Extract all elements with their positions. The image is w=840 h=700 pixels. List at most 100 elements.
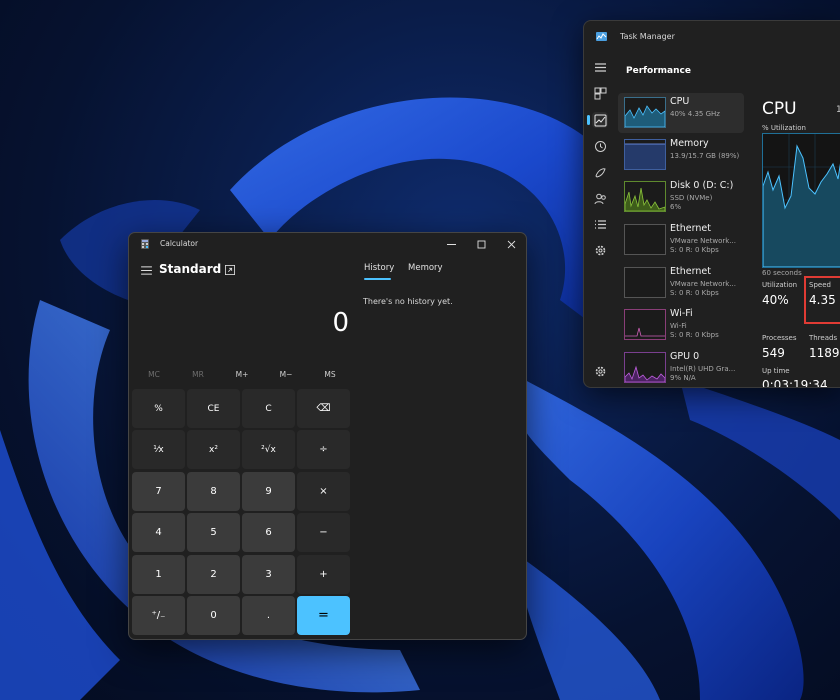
- wifi-thumbnail-graph: [624, 309, 666, 340]
- percent-button[interactable]: %: [132, 389, 185, 428]
- task-manager-nav: [584, 53, 616, 387]
- subtract-button[interactable]: −: [297, 513, 350, 552]
- keep-on-top-button[interactable]: [223, 263, 237, 277]
- digit-7-button[interactable]: 7: [132, 472, 185, 511]
- digit-6-button[interactable]: 6: [242, 513, 295, 552]
- digit-1-button[interactable]: 1: [132, 555, 185, 594]
- resource-name: Disk 0 (D: C:): [670, 180, 734, 191]
- resource-detail: VMware Network...: [670, 237, 737, 245]
- ethernet-thumbnail-graph: [624, 224, 666, 255]
- tab-memory[interactable]: Memory: [408, 263, 443, 273]
- resource-detail: 6%: [670, 203, 682, 211]
- memory-clear-button[interactable]: MC: [132, 370, 176, 379]
- maximize-icon: [477, 240, 485, 248]
- memory-recall-button[interactable]: MR: [176, 370, 220, 379]
- close-button[interactable]: [496, 233, 526, 255]
- task-manager-title: Task Manager: [620, 32, 675, 41]
- maximize-button[interactable]: [466, 233, 496, 255]
- cpu-model-text: 1: [836, 105, 840, 115]
- resource-detail: 13.9/15.7 GB (89%): [670, 152, 740, 160]
- resource-name: Ethernet: [670, 266, 711, 277]
- startup-apps-icon[interactable]: [592, 164, 608, 180]
- task-manager-titlebar[interactable]: Task Manager: [584, 21, 840, 53]
- resource-item-gpu[interactable]: GPU 0 Intel(R) UHD Gra... 9% N/A: [618, 348, 744, 387]
- time-axis-label: 60 seconds: [762, 269, 802, 277]
- digit-8-button[interactable]: 8: [187, 472, 240, 511]
- digit-9-button[interactable]: 9: [242, 472, 295, 511]
- empty-history-message: There's no history yet.: [363, 297, 453, 306]
- resource-item-ethernet[interactable]: Ethernet VMware Network... S: 0 R: 0 Kbp…: [618, 263, 744, 303]
- navigation-menu-button[interactable]: [138, 262, 154, 278]
- calculator-app-icon: [141, 239, 149, 249]
- speed-value: 4.35 G: [809, 293, 840, 307]
- resource-detail: VMware Network...: [670, 280, 737, 288]
- processes-value: 549: [762, 346, 785, 360]
- digit-0-button[interactable]: 0: [187, 596, 240, 635]
- page-title: Performance: [626, 66, 691, 76]
- threads-label: Threads: [809, 334, 838, 342]
- memory-store-button[interactable]: MS: [308, 370, 352, 379]
- memory-add-button[interactable]: M+: [220, 370, 264, 379]
- equals-button[interactable]: =: [297, 596, 350, 635]
- resource-detail: 40% 4.35 GHz: [670, 110, 720, 118]
- threads-value: 11892: [809, 346, 840, 360]
- cpu-title: CPU: [762, 99, 797, 119]
- calculator-titlebar[interactable]: Calculator: [129, 233, 526, 255]
- minimize-button[interactable]: [436, 233, 466, 255]
- backspace-button[interactable]: ⌫: [297, 389, 350, 428]
- resource-detail: S: 0 R: 0 Kbps: [670, 289, 719, 297]
- settings-gear-icon[interactable]: [592, 363, 608, 379]
- speed-label: Speed: [809, 281, 831, 289]
- resource-item-cpu[interactable]: CPU 40% 4.35 GHz: [618, 93, 744, 133]
- details-icon[interactable]: [592, 216, 608, 232]
- cpu-utilization-graph: [762, 133, 840, 268]
- memory-subtract-button[interactable]: M−: [264, 370, 308, 379]
- uptime-label: Up time: [762, 367, 790, 375]
- square-button[interactable]: x²: [187, 430, 240, 469]
- resource-detail: SSD (NVMe): [670, 194, 713, 202]
- negate-button[interactable]: ⁺/₋: [132, 596, 185, 635]
- resource-name: CPU: [670, 96, 690, 107]
- digit-5-button[interactable]: 5: [187, 513, 240, 552]
- ethernet-thumbnail-graph: [624, 267, 666, 298]
- resource-item-disk[interactable]: Disk 0 (D: C:) SSD (NVMe) 6%: [618, 177, 744, 217]
- square-root-button[interactable]: ²√x: [242, 430, 295, 469]
- resource-item-memory[interactable]: Memory 13.9/15.7 GB (89%): [618, 135, 744, 175]
- active-tab-indicator: [364, 278, 391, 280]
- divide-button[interactable]: ÷: [297, 430, 350, 469]
- resource-item-ethernet[interactable]: Ethernet VMware Network... S: 0 R: 0 Kbp…: [618, 220, 744, 260]
- users-icon[interactable]: [592, 190, 608, 206]
- gpu-thumbnail-graph: [624, 352, 666, 383]
- processes-label: Processes: [762, 334, 797, 342]
- performance-icon[interactable]: [587, 112, 608, 128]
- minimize-icon: [446, 243, 456, 245]
- digit-4-button[interactable]: 4: [132, 513, 185, 552]
- calculator-window: Calculator Standard 0 History Memory The…: [128, 232, 527, 640]
- keep-on-top-icon: [225, 265, 235, 275]
- utilization-value: 40%: [762, 293, 789, 307]
- resource-detail: S: 0 R: 0 Kbps: [670, 331, 719, 339]
- cpu-detail-panel: CPU 1 % Utilization 60 seconds Utilizati…: [754, 93, 840, 387]
- task-manager-window: Task Manager Performance CPU 40% 4.35 GH…: [583, 20, 840, 388]
- clear-entry-button[interactable]: CE: [187, 389, 240, 428]
- memory-thumbnail-graph: [624, 139, 666, 170]
- app-history-icon[interactable]: [592, 138, 608, 154]
- clear-button[interactable]: C: [242, 389, 295, 428]
- multiply-button[interactable]: ×: [297, 472, 350, 511]
- resource-name: Memory: [670, 138, 709, 149]
- resource-detail: 9% N/A: [670, 374, 696, 382]
- digit-3-button[interactable]: 3: [242, 555, 295, 594]
- processes-icon[interactable]: [592, 85, 608, 101]
- decimal-button[interactable]: .: [242, 596, 295, 635]
- resource-detail: S: 0 R: 0 Kbps: [670, 246, 719, 254]
- services-icon[interactable]: [592, 242, 608, 258]
- digit-2-button[interactable]: 2: [187, 555, 240, 594]
- add-button[interactable]: +: [297, 555, 350, 594]
- reciprocal-button[interactable]: ¹⁄x: [132, 430, 185, 469]
- calculator-title: Calculator: [160, 239, 199, 248]
- utilization-label: Utilization: [762, 281, 798, 289]
- resource-name: Ethernet: [670, 223, 711, 234]
- menu-icon[interactable]: [592, 59, 608, 75]
- tab-history[interactable]: History: [364, 263, 394, 273]
- resource-item-wifi[interactable]: Wi-Fi Wi-Fi S: 0 R: 0 Kbps: [618, 305, 744, 345]
